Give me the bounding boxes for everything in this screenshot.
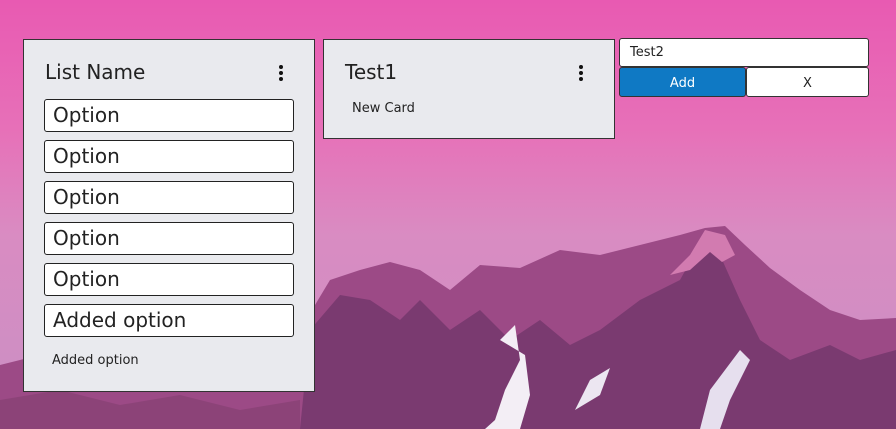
more-options-icon[interactable] — [578, 65, 584, 85]
list-title: List Name — [45, 60, 146, 84]
more-options-icon[interactable] — [278, 65, 284, 85]
card-item[interactable]: Added option — [52, 353, 139, 368]
option-field[interactable]: Option — [44, 181, 294, 214]
option-field[interactable]: Option — [44, 99, 294, 132]
option-field[interactable]: Option — [44, 263, 294, 296]
option-field[interactable]: Added option — [44, 304, 294, 337]
list-panel-list-name: List Name Option Option Option Option Op… — [23, 39, 315, 392]
option-field[interactable]: Option — [44, 140, 294, 173]
list-panel-test1: Test1 New Card — [323, 39, 615, 139]
new-list-name-input[interactable]: Test2 — [619, 38, 869, 67]
list-title: Test1 — [345, 60, 398, 84]
new-card-item[interactable]: New Card — [352, 101, 415, 116]
close-form-button[interactable]: X — [746, 67, 869, 97]
add-list-button[interactable]: Add — [619, 67, 746, 97]
option-field[interactable]: Option — [44, 222, 294, 255]
